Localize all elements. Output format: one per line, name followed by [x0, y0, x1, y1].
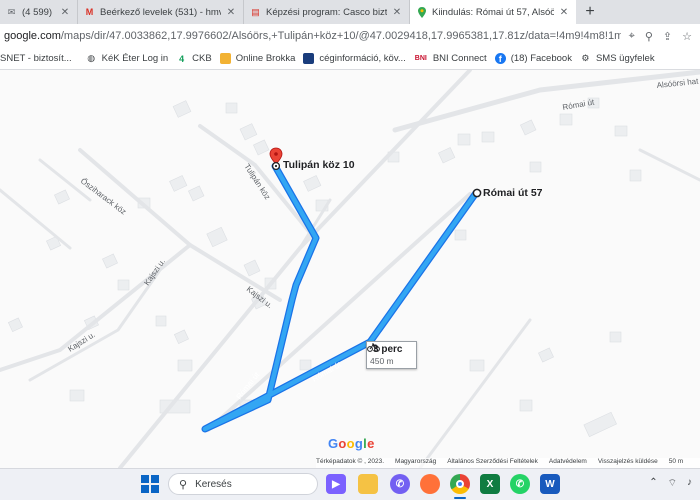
- gmail-icon: M: [85, 7, 94, 17]
- bookmark-ckb[interactable]: 4 CKB: [176, 53, 220, 64]
- logo-letter: o: [346, 436, 355, 451]
- bookmark-star-icon[interactable]: ☆: [682, 30, 692, 43]
- logo-letter: G: [328, 436, 339, 451]
- facebook-icon: f: [494, 53, 506, 64]
- address-bar[interactable]: google.com/maps/dir/47.0033862,17.997660…: [0, 24, 700, 48]
- buildings: [7, 97, 642, 438]
- footer-feedback[interactable]: Visszajelzés küldése: [598, 458, 658, 468]
- viber-icon[interactable]: ✆: [390, 474, 410, 494]
- zoom-icon[interactable]: ⚲: [645, 30, 653, 43]
- bookmark-label: BNI Connect: [432, 53, 487, 64]
- destination-dot-icon: [271, 161, 281, 171]
- street-label-romai-top: Római út: [562, 97, 596, 112]
- bookmark-snet[interactable]: SNET - biztosít...: [0, 53, 80, 64]
- logo-letter: e: [367, 436, 375, 451]
- footer-map-data: Térképadatok © , 2023.: [316, 458, 385, 465]
- share-icon[interactable]: ⇪: [663, 30, 672, 43]
- bookmark-label: SMS ügyfelek: [595, 53, 655, 64]
- bookmark-label: SNET - biztosít...: [0, 53, 72, 64]
- brokka-icon: [219, 53, 231, 64]
- footer-scale[interactable]: 50 m: [669, 458, 683, 468]
- maps-icon: [416, 6, 427, 18]
- bookmark-label: KéK Éter Log in: [101, 53, 169, 64]
- route-info-card[interactable]: 3 perc 450 m: [366, 341, 417, 369]
- taskbar-search[interactable]: ⚲ Keresés: [168, 473, 318, 495]
- tab-strip: ✉ (4 599) - edit.p ✕ M Beérkező levelek …: [0, 0, 700, 24]
- whatsapp-icon[interactable]: ✆: [510, 474, 530, 494]
- ckb-icon: 4: [179, 53, 185, 64]
- tab-gmail[interactable]: M Beérkező levelek (531) - hmvhely ✕: [78, 0, 244, 24]
- tab-kepzesi[interactable]: ▤ Képzési program: Casco biztosítás ✕: [244, 0, 410, 24]
- bookmark-label: céginformáció, köv...: [319, 53, 406, 64]
- url-host: google.com: [4, 30, 61, 42]
- tab-title: Képzési program: Casco biztosítás: [266, 6, 387, 18]
- map-svg: Római út Alsóörsi hat Ősziharack köz Kaj…: [0, 70, 700, 468]
- chrome-icon[interactable]: [450, 474, 470, 494]
- windows-start-icon[interactable]: [141, 475, 159, 493]
- firefox-icon[interactable]: [420, 474, 440, 494]
- logo-letter: o: [338, 436, 347, 451]
- bookmarks-bar: SNET - biztosít... ◍ KéK Éter Log in 4 C…: [0, 48, 700, 70]
- search-icon: ⚲: [179, 478, 188, 491]
- footer-country[interactable]: Magyarország: [395, 458, 436, 468]
- footer-terms[interactable]: Általános Szerződési Feltételek: [447, 458, 538, 468]
- document-icon: ▤: [251, 6, 260, 17]
- map-canvas[interactable]: Római út Alsóörsi hat Ősziharack köz Kaj…: [0, 70, 700, 468]
- origin-dot-icon[interactable]: [472, 188, 482, 198]
- route-distance: 450 m: [370, 356, 394, 366]
- url-path: /maps/dir/47.0033862,17.9976602/Alsóörs,…: [60, 30, 621, 42]
- bookmark-kek[interactable]: ◍ KéK Éter Log in: [86, 53, 177, 64]
- search-label: Keresés: [195, 478, 232, 490]
- url-text[interactable]: google.com/maps/dir/47.0033862,17.997660…: [4, 30, 621, 42]
- google-logo: Google: [328, 436, 375, 451]
- gear-icon: ⚙: [581, 53, 590, 63]
- bookmark-bni[interactable]: BNI BNI Connect: [414, 53, 495, 64]
- excel-icon[interactable]: X: [480, 474, 500, 494]
- mail-icon: ✉: [7, 6, 16, 17]
- bookmark-label: Online Brokka: [235, 53, 296, 64]
- system-tray: ⌃ ⌔ ♪: [649, 477, 692, 490]
- globe-icon: ◍: [87, 53, 96, 63]
- destination-pin-icon[interactable]: [269, 147, 283, 165]
- close-icon[interactable]: ✕: [225, 7, 237, 18]
- roads: [0, 70, 700, 468]
- close-icon[interactable]: ✕: [391, 7, 403, 18]
- location-icon[interactable]: ⌖: [629, 30, 635, 43]
- tab-title: (4 599) - edit.p: [22, 6, 55, 18]
- origin-label[interactable]: Római út 57: [483, 187, 543, 199]
- bni-icon: BNI: [414, 55, 427, 62]
- taskbar: ⚲ Keresés ▶ ✆ X ✆ W ⌃ ⌔ ♪: [0, 468, 700, 500]
- logo-letter: g: [354, 436, 364, 451]
- meet-icon[interactable]: ▶: [326, 474, 346, 494]
- bookmark-facebook[interactable]: f (18) Facebook: [494, 53, 580, 64]
- bookmark-brokka[interactable]: Online Brokka: [219, 53, 304, 64]
- new-tab-button[interactable]: +: [576, 0, 604, 24]
- ceginfo-icon: [303, 53, 315, 64]
- footer-privacy[interactable]: Adatvédelem: [549, 458, 587, 468]
- close-icon[interactable]: ✕: [59, 7, 71, 18]
- bookmark-label: (18) Facebook: [510, 53, 572, 64]
- street-label-kajszi-a: Kajszi u.: [142, 257, 167, 287]
- tab-title: Kiindulás: Római út 57, Alsóörs, M: [432, 6, 554, 18]
- close-icon[interactable]: ✕: [558, 7, 570, 18]
- tab-maps[interactable]: Kiindulás: Római út 57, Alsóörs, M ✕: [410, 0, 576, 24]
- tab-edit[interactable]: ✉ (4 599) - edit.p ✕: [0, 0, 78, 24]
- route-duration: 3 perc: [367, 343, 413, 355]
- file-explorer-icon[interactable]: [358, 474, 378, 494]
- bookmark-sms[interactable]: ⚙ SMS ügyfelek: [580, 53, 663, 64]
- destination-label[interactable]: Tulipán köz 10: [283, 159, 355, 171]
- active-app-indicator: [454, 497, 466, 499]
- word-icon[interactable]: W: [540, 474, 560, 494]
- map-footer: Térképadatok © , 2023. Magyarország Álta…: [316, 458, 700, 468]
- bookmark-label: CKB: [192, 53, 212, 64]
- chevron-up-icon[interactable]: ⌃: [649, 477, 657, 490]
- address-icons: ⌖ ⚲ ⇪ ☆: [621, 30, 700, 43]
- tab-title: Beérkező levelek (531) - hmvhely: [100, 6, 221, 18]
- wifi-icon[interactable]: ⌔: [668, 477, 677, 490]
- bookmark-ceginfo[interactable]: céginformáció, köv...: [303, 53, 413, 64]
- speaker-icon[interactable]: ♪: [687, 477, 692, 490]
